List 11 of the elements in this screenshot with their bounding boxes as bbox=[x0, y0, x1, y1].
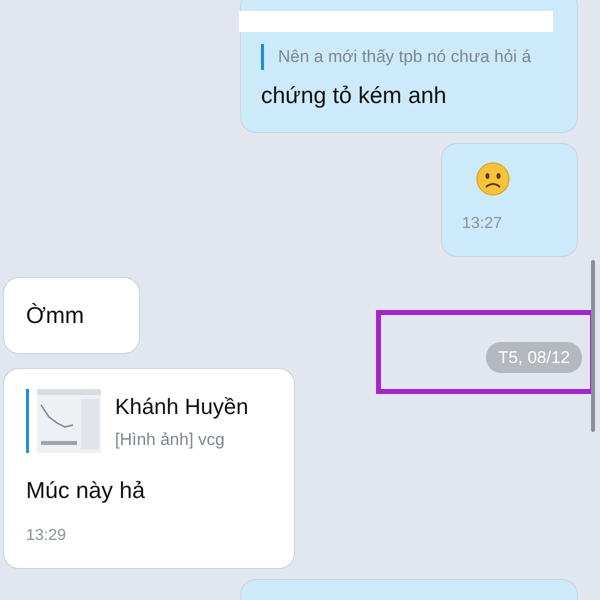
quoted-text: Nên a mới thấy tpb nó chưa hỏi á bbox=[278, 46, 532, 68]
message-text: chứng tỏ kém anh bbox=[261, 80, 448, 110]
message-text: Ờmm bbox=[26, 301, 86, 330]
message-text: Múc này hả bbox=[26, 476, 146, 505]
quoted-author: Khánh Huyền bbox=[115, 392, 248, 421]
sad-face-icon bbox=[476, 162, 510, 196]
date-separator: T5, 08/12 bbox=[486, 342, 582, 373]
quoted-text: [Hình ảnh] vcg bbox=[115, 428, 226, 451]
image-thumbnail bbox=[37, 389, 101, 453]
message-time: 13:27 bbox=[462, 214, 504, 234]
message-time: 13:29 bbox=[26, 526, 68, 546]
